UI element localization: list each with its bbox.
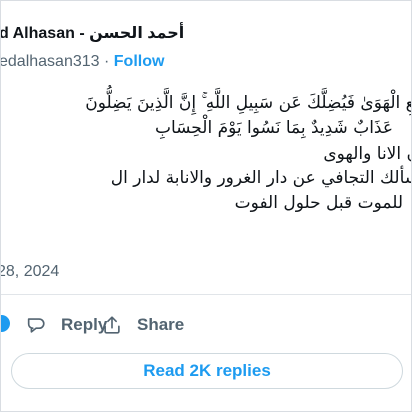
share-arrow-icon bbox=[104, 316, 120, 334]
author-meta: edalhasan313 · Follow bbox=[1, 53, 165, 71]
speech-bubble-icon bbox=[27, 318, 45, 333]
heart-icon[interactable] bbox=[1, 315, 10, 332]
tweet-line: سألك التجافي عن دار الغرور والانابة لدار… bbox=[110, 168, 412, 188]
separator-dot: · bbox=[104, 53, 110, 70]
tweet-card: d Alhasan - أحمد الحسن edalhasan313 · Fo… bbox=[0, 0, 412, 412]
divider bbox=[1, 294, 411, 295]
reply-button[interactable]: Reply bbox=[25, 313, 107, 337]
share-button[interactable]: Share bbox=[101, 313, 184, 337]
share-label: Share bbox=[137, 315, 185, 334]
author-name[interactable]: d Alhasan - أحمد الحسن bbox=[1, 23, 184, 43]
follow-button[interactable]: Follow bbox=[114, 53, 165, 70]
read-replies-button[interactable]: Read 2K replies bbox=[11, 353, 403, 389]
tweet-line: ن الانا والهوى bbox=[323, 144, 412, 164]
action-bar: Reply Share bbox=[1, 305, 411, 345]
tweet-line: عَذَابٌ شَدِيدٌ بِمَا نَسُوا يَوْمَ الْح… bbox=[154, 118, 393, 138]
author-handle[interactable]: edalhasan313 bbox=[1, 53, 100, 70]
tweet-line: للموت قبل حلول الفوت bbox=[234, 193, 403, 213]
tweet-line: وَلَا تَتَّبِعِ الْهَوَىٰ فَيُضِلَّكَ عَ… bbox=[85, 93, 411, 113]
tweet-timestamp[interactable]: 28, 2024 bbox=[1, 263, 59, 281]
read-replies-label: Read 2K replies bbox=[143, 361, 271, 380]
